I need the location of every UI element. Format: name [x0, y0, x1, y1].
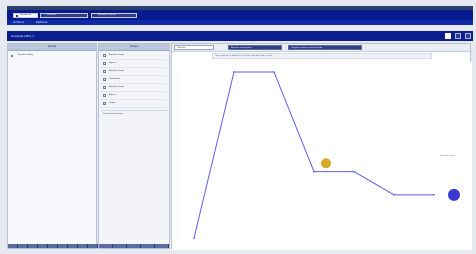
chart-hint: Drag markers to adjust the timeline; dou…	[212, 53, 432, 59]
marker-blue[interactable]	[448, 188, 460, 201]
menu-actions[interactable]: Actions	[13, 21, 24, 24]
left-panel: Items Baseline Study	[7, 43, 98, 249]
step-checkbox[interactable]	[103, 86, 106, 89]
tab-label: Reference Library	[98, 14, 116, 16]
left-panel-toolbar	[8, 244, 98, 248]
step-checkbox[interactable]	[103, 54, 106, 57]
steps-footer-label: Show selected steps	[103, 113, 124, 115]
menubar: Actions Options	[7, 20, 473, 25]
view-select-value: Timeline	[177, 47, 186, 49]
left-toolbar-button[interactable]	[88, 244, 98, 248]
mid-panel-header: Steps	[99, 44, 169, 51]
step-label: Baseline study	[109, 86, 124, 88]
left-toolbar-button[interactable]	[8, 244, 18, 248]
chart-legend: Baseline study	[440, 155, 455, 157]
main-panel: Timeline Baseline comparison Compare acr…	[171, 43, 472, 250]
series-point	[393, 193, 395, 196]
step-row[interactable]: Adjust	[101, 92, 167, 100]
step-checkbox[interactable]	[103, 62, 106, 65]
step-row[interactable]: Baseline study	[101, 52, 167, 60]
step-checkbox[interactable]	[103, 102, 106, 105]
chart-hint-text: Drag markers to adjust the timeline; dou…	[215, 55, 273, 57]
close-button[interactable]	[465, 33, 471, 39]
tab-workbench[interactable]: Workbench	[13, 13, 38, 18]
step-row[interactable]: Output	[101, 100, 167, 108]
step-checkbox[interactable]	[103, 70, 106, 73]
left-toolbar-button[interactable]	[48, 244, 58, 248]
tab-icon	[16, 15, 18, 17]
tab-statistics[interactable]: Statistics	[40, 13, 88, 18]
view-select[interactable]: Timeline	[174, 45, 214, 50]
mid-toolbar-button[interactable]	[141, 244, 155, 248]
series-point	[353, 170, 355, 173]
item-icon	[11, 55, 13, 57]
tab-icon	[94, 15, 96, 17]
maximize-button[interactable]	[455, 33, 461, 39]
mid-toolbar-button[interactable]	[113, 244, 127, 248]
baseline-comparison-button[interactable]: Baseline comparison	[228, 45, 282, 50]
left-toolbar-button[interactable]	[78, 244, 88, 248]
main-toolbar: Timeline Baseline comparison Compare acr…	[172, 44, 470, 52]
timeline-chart[interactable]	[172, 62, 472, 250]
compare-selected-button[interactable]: Compare across selected steps	[288, 45, 362, 50]
mid-toolbar-button[interactable]	[99, 244, 113, 248]
left-toolbar-button[interactable]	[58, 244, 68, 248]
mid-toolbar-button[interactable]	[155, 244, 169, 248]
chart-background	[172, 62, 472, 250]
top-tabbar: Workbench Statistics Reference Library	[7, 10, 473, 20]
step-label: Baseline study	[109, 54, 124, 56]
steps-list: Baseline study Import Baseline study Cal…	[101, 52, 167, 108]
left-panel-header: Items	[8, 44, 96, 51]
series-point	[233, 71, 235, 73]
step-label: Adjust	[109, 94, 116, 96]
subwindow-header: Analysis (MC) 1	[7, 31, 473, 41]
step-label: Calibration	[109, 78, 120, 80]
series-point	[433, 193, 435, 196]
step-label: Baseline study	[109, 70, 124, 72]
left-toolbar-button[interactable]	[18, 244, 28, 248]
tab-label: Workbench	[20, 14, 32, 16]
step-row[interactable]: Baseline study	[101, 68, 167, 76]
minimize-button[interactable]	[445, 33, 451, 39]
tab-icon	[43, 15, 45, 17]
series-point	[193, 237, 195, 239]
left-toolbar-button[interactable]	[68, 244, 78, 248]
tab-reference-library[interactable]: Reference Library	[91, 13, 137, 18]
steps-footer: Show selected steps	[101, 110, 167, 117]
tab-label: Statistics	[47, 14, 57, 16]
marker-yellow[interactable]	[321, 158, 331, 169]
compare-selected-button-label: Compare across selected steps	[291, 47, 323, 49]
left-panel-header-label: Items	[47, 44, 57, 48]
left-toolbar-button[interactable]	[38, 244, 48, 248]
step-row[interactable]: Calibration	[101, 76, 167, 84]
mid-panel-header-label: Steps	[129, 44, 139, 48]
menu-options[interactable]: Options	[36, 21, 48, 24]
baseline-comparison-button-label: Baseline comparison	[231, 47, 252, 49]
series-point	[313, 170, 315, 173]
left-toolbar-button[interactable]	[28, 244, 38, 248]
step-label: Import	[109, 62, 116, 64]
mid-toolbar-button[interactable]	[127, 244, 141, 248]
step-checkbox[interactable]	[103, 94, 106, 97]
mid-panel-toolbar	[99, 244, 169, 248]
series-point	[273, 71, 275, 73]
mid-panel: Steps Baseline study Import Baseline stu…	[98, 43, 170, 249]
left-panel-item-label: Baseline Study	[18, 54, 33, 56]
step-row[interactable]: Baseline study	[101, 84, 167, 92]
subwindow-title: Analysis (MC) 1	[11, 34, 35, 38]
step-checkbox[interactable]	[103, 78, 106, 81]
step-label: Output	[109, 102, 116, 104]
step-row[interactable]: Import	[101, 60, 167, 68]
